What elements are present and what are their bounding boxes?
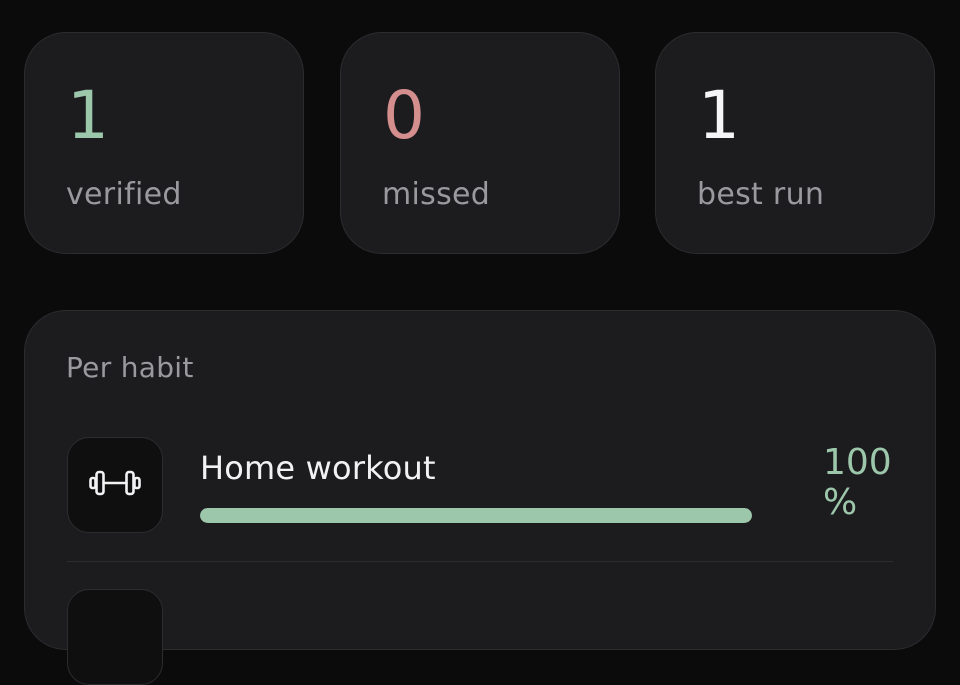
habit-progress-fill [200,508,752,523]
verified-label: verified [66,177,182,212]
stat-card-verified: 1 verified [24,32,304,254]
next-habit-icon-container [67,589,163,685]
habit-icon-container [67,437,163,533]
habit-percent: 100 % [823,442,892,523]
dumbbell-icon [88,468,142,502]
per-habit-panel: Per habit Home workout 100 % [24,310,936,685]
panel-title: Per habit [66,351,194,384]
best-run-count: 1 [698,77,740,154]
best-run-label: best run [697,177,825,212]
habit-name: Home workout [200,449,436,487]
missed-label: missed [382,177,491,212]
stat-card-best-run: 1 best run [655,32,935,254]
habit-progress-bar [200,508,752,523]
stat-card-missed: 0 missed [340,32,620,254]
missed-count: 0 [383,77,425,154]
verified-count: 1 [67,77,109,154]
row-divider [67,561,893,562]
